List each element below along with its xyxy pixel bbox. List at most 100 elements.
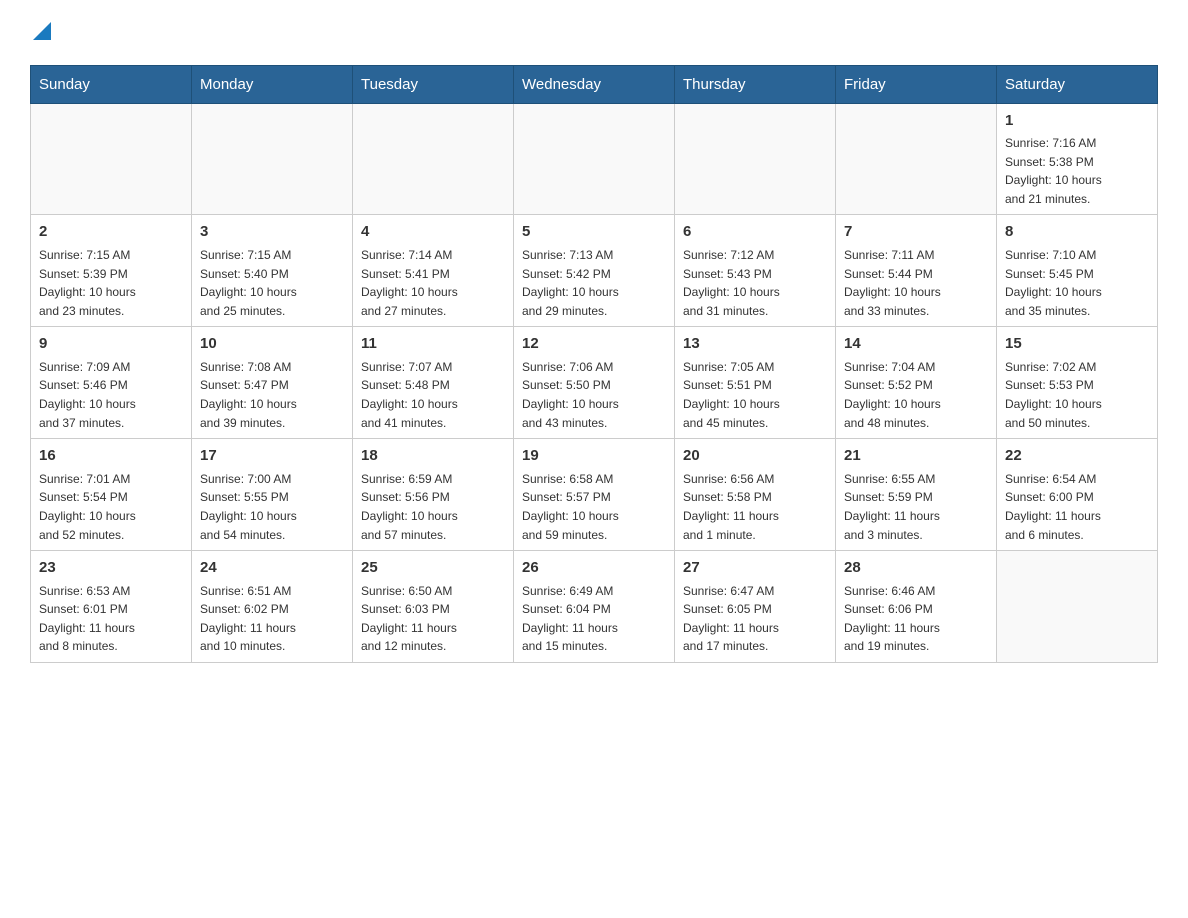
calendar-cell xyxy=(675,103,836,215)
day-number: 8 xyxy=(1005,221,1149,244)
day-number: 21 xyxy=(844,445,988,468)
calendar-cell: 15Sunrise: 7:02 AM Sunset: 5:53 PM Dayli… xyxy=(997,327,1158,439)
day-number: 13 xyxy=(683,333,827,356)
calendar-cell: 20Sunrise: 6:56 AM Sunset: 5:58 PM Dayli… xyxy=(675,439,836,551)
logo xyxy=(30,20,51,45)
day-header-saturday: Saturday xyxy=(997,65,1158,103)
day-info: Sunrise: 6:56 AM Sunset: 5:58 PM Dayligh… xyxy=(683,470,827,544)
calendar-cell: 13Sunrise: 7:05 AM Sunset: 5:51 PM Dayli… xyxy=(675,327,836,439)
week-row-3: 9Sunrise: 7:09 AM Sunset: 5:46 PM Daylig… xyxy=(31,327,1158,439)
day-number: 12 xyxy=(522,333,666,356)
day-info: Sunrise: 7:12 AM Sunset: 5:43 PM Dayligh… xyxy=(683,246,827,320)
day-header-wednesday: Wednesday xyxy=(514,65,675,103)
calendar-cell: 23Sunrise: 6:53 AM Sunset: 6:01 PM Dayli… xyxy=(31,551,192,663)
calendar-cell: 7Sunrise: 7:11 AM Sunset: 5:44 PM Daylig… xyxy=(836,215,997,327)
day-info: Sunrise: 7:11 AM Sunset: 5:44 PM Dayligh… xyxy=(844,246,988,320)
day-header-thursday: Thursday xyxy=(675,65,836,103)
day-number: 7 xyxy=(844,221,988,244)
day-info: Sunrise: 7:02 AM Sunset: 5:53 PM Dayligh… xyxy=(1005,358,1149,432)
calendar-cell xyxy=(353,103,514,215)
calendar-cell: 4Sunrise: 7:14 AM Sunset: 5:41 PM Daylig… xyxy=(353,215,514,327)
day-number: 27 xyxy=(683,557,827,580)
day-number: 19 xyxy=(522,445,666,468)
day-info: Sunrise: 7:10 AM Sunset: 5:45 PM Dayligh… xyxy=(1005,246,1149,320)
calendar-header-row: SundayMondayTuesdayWednesdayThursdayFrid… xyxy=(31,65,1158,103)
day-info: Sunrise: 7:07 AM Sunset: 5:48 PM Dayligh… xyxy=(361,358,505,432)
day-info: Sunrise: 7:06 AM Sunset: 5:50 PM Dayligh… xyxy=(522,358,666,432)
calendar-cell: 24Sunrise: 6:51 AM Sunset: 6:02 PM Dayli… xyxy=(192,551,353,663)
day-number: 22 xyxy=(1005,445,1149,468)
week-row-5: 23Sunrise: 6:53 AM Sunset: 6:01 PM Dayli… xyxy=(31,551,1158,663)
day-number: 28 xyxy=(844,557,988,580)
day-info: Sunrise: 6:58 AM Sunset: 5:57 PM Dayligh… xyxy=(522,470,666,544)
calendar-cell: 25Sunrise: 6:50 AM Sunset: 6:03 PM Dayli… xyxy=(353,551,514,663)
day-number: 15 xyxy=(1005,333,1149,356)
day-header-tuesday: Tuesday xyxy=(353,65,514,103)
day-number: 23 xyxy=(39,557,183,580)
calendar-cell: 3Sunrise: 7:15 AM Sunset: 5:40 PM Daylig… xyxy=(192,215,353,327)
calendar-cell xyxy=(514,103,675,215)
calendar-cell: 5Sunrise: 7:13 AM Sunset: 5:42 PM Daylig… xyxy=(514,215,675,327)
calendar-cell: 21Sunrise: 6:55 AM Sunset: 5:59 PM Dayli… xyxy=(836,439,997,551)
calendar-cell: 27Sunrise: 6:47 AM Sunset: 6:05 PM Dayli… xyxy=(675,551,836,663)
calendar-cell xyxy=(31,103,192,215)
day-header-monday: Monday xyxy=(192,65,353,103)
day-info: Sunrise: 6:50 AM Sunset: 6:03 PM Dayligh… xyxy=(361,582,505,656)
day-info: Sunrise: 7:05 AM Sunset: 5:51 PM Dayligh… xyxy=(683,358,827,432)
calendar-cell: 19Sunrise: 6:58 AM Sunset: 5:57 PM Dayli… xyxy=(514,439,675,551)
day-number: 2 xyxy=(39,221,183,244)
day-info: Sunrise: 7:00 AM Sunset: 5:55 PM Dayligh… xyxy=(200,470,344,544)
day-info: Sunrise: 6:55 AM Sunset: 5:59 PM Dayligh… xyxy=(844,470,988,544)
day-number: 24 xyxy=(200,557,344,580)
calendar-cell: 12Sunrise: 7:06 AM Sunset: 5:50 PM Dayli… xyxy=(514,327,675,439)
day-info: Sunrise: 7:15 AM Sunset: 5:39 PM Dayligh… xyxy=(39,246,183,320)
day-info: Sunrise: 6:47 AM Sunset: 6:05 PM Dayligh… xyxy=(683,582,827,656)
day-info: Sunrise: 6:51 AM Sunset: 6:02 PM Dayligh… xyxy=(200,582,344,656)
day-number: 5 xyxy=(522,221,666,244)
day-info: Sunrise: 7:08 AM Sunset: 5:47 PM Dayligh… xyxy=(200,358,344,432)
day-header-sunday: Sunday xyxy=(31,65,192,103)
week-row-4: 16Sunrise: 7:01 AM Sunset: 5:54 PM Dayli… xyxy=(31,439,1158,551)
day-info: Sunrise: 6:46 AM Sunset: 6:06 PM Dayligh… xyxy=(844,582,988,656)
day-info: Sunrise: 6:54 AM Sunset: 6:00 PM Dayligh… xyxy=(1005,470,1149,544)
day-number: 3 xyxy=(200,221,344,244)
day-info: Sunrise: 7:04 AM Sunset: 5:52 PM Dayligh… xyxy=(844,358,988,432)
day-info: Sunrise: 6:59 AM Sunset: 5:56 PM Dayligh… xyxy=(361,470,505,544)
day-number: 4 xyxy=(361,221,505,244)
calendar-cell: 6Sunrise: 7:12 AM Sunset: 5:43 PM Daylig… xyxy=(675,215,836,327)
day-info: Sunrise: 6:49 AM Sunset: 6:04 PM Dayligh… xyxy=(522,582,666,656)
calendar-cell: 10Sunrise: 7:08 AM Sunset: 5:47 PM Dayli… xyxy=(192,327,353,439)
day-number: 25 xyxy=(361,557,505,580)
calendar-cell: 9Sunrise: 7:09 AM Sunset: 5:46 PM Daylig… xyxy=(31,327,192,439)
day-info: Sunrise: 6:53 AM Sunset: 6:01 PM Dayligh… xyxy=(39,582,183,656)
calendar-table: SundayMondayTuesdayWednesdayThursdayFrid… xyxy=(30,65,1158,663)
week-row-1: 1Sunrise: 7:16 AM Sunset: 5:38 PM Daylig… xyxy=(31,103,1158,215)
day-info: Sunrise: 7:15 AM Sunset: 5:40 PM Dayligh… xyxy=(200,246,344,320)
day-info: Sunrise: 7:01 AM Sunset: 5:54 PM Dayligh… xyxy=(39,470,183,544)
calendar-cell: 28Sunrise: 6:46 AM Sunset: 6:06 PM Dayli… xyxy=(836,551,997,663)
day-number: 14 xyxy=(844,333,988,356)
day-number: 26 xyxy=(522,557,666,580)
day-info: Sunrise: 7:09 AM Sunset: 5:46 PM Dayligh… xyxy=(39,358,183,432)
calendar-cell: 1Sunrise: 7:16 AM Sunset: 5:38 PM Daylig… xyxy=(997,103,1158,215)
page-header xyxy=(30,20,1158,45)
calendar-cell: 8Sunrise: 7:10 AM Sunset: 5:45 PM Daylig… xyxy=(997,215,1158,327)
day-number: 11 xyxy=(361,333,505,356)
calendar-cell: 26Sunrise: 6:49 AM Sunset: 6:04 PM Dayli… xyxy=(514,551,675,663)
calendar-cell: 18Sunrise: 6:59 AM Sunset: 5:56 PM Dayli… xyxy=(353,439,514,551)
day-info: Sunrise: 7:13 AM Sunset: 5:42 PM Dayligh… xyxy=(522,246,666,320)
calendar-cell: 22Sunrise: 6:54 AM Sunset: 6:00 PM Dayli… xyxy=(997,439,1158,551)
calendar-cell xyxy=(192,103,353,215)
calendar-cell xyxy=(836,103,997,215)
day-number: 1 xyxy=(1005,110,1149,133)
calendar-cell xyxy=(997,551,1158,663)
calendar-cell: 14Sunrise: 7:04 AM Sunset: 5:52 PM Dayli… xyxy=(836,327,997,439)
calendar-cell: 17Sunrise: 7:00 AM Sunset: 5:55 PM Dayli… xyxy=(192,439,353,551)
day-info: Sunrise: 7:14 AM Sunset: 5:41 PM Dayligh… xyxy=(361,246,505,320)
day-number: 18 xyxy=(361,445,505,468)
logo-triangle-icon xyxy=(33,22,51,40)
day-number: 10 xyxy=(200,333,344,356)
day-number: 20 xyxy=(683,445,827,468)
day-info: Sunrise: 7:16 AM Sunset: 5:38 PM Dayligh… xyxy=(1005,134,1149,208)
day-number: 9 xyxy=(39,333,183,356)
